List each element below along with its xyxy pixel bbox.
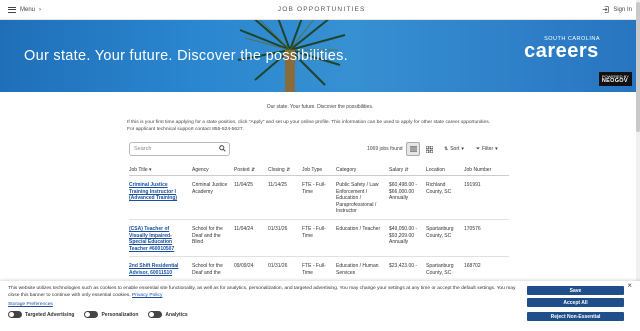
jobs-table: Job Title ▾ Agency Posted ⇵ Closing ⇵ Jo… xyxy=(129,167,509,282)
save-button[interactable]: Save xyxy=(527,286,624,295)
category: Education / Human Services xyxy=(336,263,379,276)
posted-date: 11/04/25 xyxy=(234,182,254,188)
storage-preferences-link[interactable]: Storage Preferences xyxy=(8,302,53,307)
chevron-down-icon: ▾ xyxy=(495,146,498,152)
location: Spartanburg County, SC xyxy=(426,263,454,276)
powered-by-neogov-badge[interactable]: POWERED BY NEOGOV xyxy=(598,72,632,86)
header-closing[interactable]: Closing ⇵ xyxy=(268,167,302,173)
privacy-policy-link[interactable]: Privacy Policy xyxy=(132,293,162,298)
job-toolbar: Search 1069 jobs found ⇅ Sort ▾ ⏷ Filter… xyxy=(129,142,506,157)
header-job-number: Job Number xyxy=(464,167,492,173)
personalization-toggle[interactable]: Personalization xyxy=(84,311,138,318)
location: Richland County, SC xyxy=(426,182,452,195)
sort-icon: ⇅ xyxy=(444,146,449,152)
job-type: FTE - Full-Time xyxy=(302,263,326,276)
header-job-type: Job Type xyxy=(302,167,323,173)
hero-banner: Our state. Your future. Discover the pos… xyxy=(0,20,640,92)
closing-date: 11/14/25 xyxy=(268,182,288,188)
table-row[interactable]: (CSA) Teacher of Visually Impaired- Spec… xyxy=(129,220,509,258)
top-navigation-bar: Menu › JOB OPPORTUNITIES Sign In xyxy=(0,0,640,20)
agency: School for the Deaf and the xyxy=(192,263,223,276)
header-salary[interactable]: Salary ⇵ xyxy=(389,167,426,173)
closing-date: 01/31/26 xyxy=(268,263,288,270)
scrollbar-thumb[interactable] xyxy=(636,2,640,132)
filter-button[interactable]: ⏷ Filter ▾ xyxy=(476,146,498,152)
sign-in-icon xyxy=(603,6,609,13)
salary: $23,423.00 - xyxy=(389,263,418,270)
filter-icon: ⏷ xyxy=(476,146,481,152)
category: Education / Teacher xyxy=(336,225,381,232)
table-header: Job Title ▾ Agency Posted ⇵ Closing ⇵ Jo… xyxy=(129,167,509,176)
targeted-advertising-toggle[interactable]: Targeted Advertising xyxy=(8,311,74,318)
intro-text: Our state. Your future. Discover the pos… xyxy=(266,104,374,110)
search-icon[interactable] xyxy=(219,145,226,152)
job-type: FTE - Full-Time xyxy=(302,225,326,239)
info-text: If this is your first time applying for … xyxy=(127,120,491,132)
posted-date: 11/04/24 xyxy=(234,225,254,232)
job-number: 170576 xyxy=(464,225,481,232)
job-type: FTE - Full-Time xyxy=(302,182,326,195)
list-view-button[interactable] xyxy=(406,142,420,156)
cookie-text: This website utilizes technologies such … xyxy=(8,286,516,298)
hamburger-icon xyxy=(8,6,16,13)
page-title: JOB OPPORTUNITIES xyxy=(277,6,366,13)
salary: $60,498.00 - $66,000.00 Annually xyxy=(389,182,418,202)
sort-button[interactable]: ⇅ Sort ▾ xyxy=(444,146,464,152)
table-row[interactable]: 2nd Shift Residential Advisor, 60011510 … xyxy=(129,257,509,282)
sign-in-label: Sign In xyxy=(613,6,632,13)
close-icon[interactable]: × xyxy=(627,281,632,290)
location: Spartanburg County, SC xyxy=(426,225,454,239)
grid-view-button[interactable] xyxy=(422,142,436,156)
job-number: 168702 xyxy=(464,263,481,270)
job-number: 191991 xyxy=(464,182,481,188)
job-title-link[interactable]: Criminal Justice Training Instructor I (… xyxy=(129,182,192,215)
jobs-found-count: 1069 jobs found xyxy=(367,146,403,152)
cookie-toggles: Targeted Advertising Personalization Ana… xyxy=(8,311,188,318)
agency: Criminal Justice Academy xyxy=(192,182,228,195)
header-category: Category xyxy=(336,167,357,173)
chevron-down-icon: ▾ xyxy=(461,146,464,152)
salary: $49,050.00 - $93,209.00 Annually xyxy=(389,225,418,246)
cookie-banner: This website utilizes technologies such … xyxy=(0,281,640,331)
header-agency: Agency xyxy=(192,167,209,173)
closing-date: 01/31/26 xyxy=(268,225,288,232)
menu-button[interactable]: Menu › xyxy=(8,6,42,13)
category: Public Safety / Law Enforcement / Educat… xyxy=(336,182,379,215)
header-posted[interactable]: Posted ⇵ xyxy=(234,167,268,173)
agency: School for the Deaf and the Blind xyxy=(192,225,223,246)
sign-in-button[interactable]: Sign In xyxy=(602,6,632,13)
hero-tagline: Our state. Your future. Discover the pos… xyxy=(24,48,348,64)
posted-date: 09/09/24 xyxy=(234,263,254,270)
header-job-title[interactable]: Job Title ▾ xyxy=(129,167,192,173)
job-title-link[interactable]: 2nd Shift Residential Advisor, 60011510 xyxy=(129,263,192,276)
page-scrollbar[interactable] xyxy=(636,0,640,281)
sc-careers-logo: SOUTH CAROLINA careers xyxy=(524,36,600,62)
chevron-right-icon: › xyxy=(39,6,42,13)
table-row[interactable]: Criminal Justice Training Instructor I (… xyxy=(129,176,509,220)
list-icon xyxy=(409,146,417,152)
toggle-switch[interactable] xyxy=(8,311,22,318)
accept-all-button[interactable]: Accept All xyxy=(527,298,624,307)
analytics-toggle[interactable]: Analytics xyxy=(148,311,188,318)
header-location: Location xyxy=(426,167,445,173)
toggle-switch[interactable] xyxy=(84,311,99,318)
toggle-switch[interactable] xyxy=(148,311,163,318)
search-input[interactable]: Search xyxy=(129,142,230,156)
menu-label: Menu xyxy=(20,6,36,13)
job-title-link[interactable]: (CSA) Teacher of Visually Impaired- Spec… xyxy=(129,226,192,252)
reject-non-essential-button[interactable]: Reject Non-Essential xyxy=(527,312,624,321)
grid-icon xyxy=(425,145,433,153)
